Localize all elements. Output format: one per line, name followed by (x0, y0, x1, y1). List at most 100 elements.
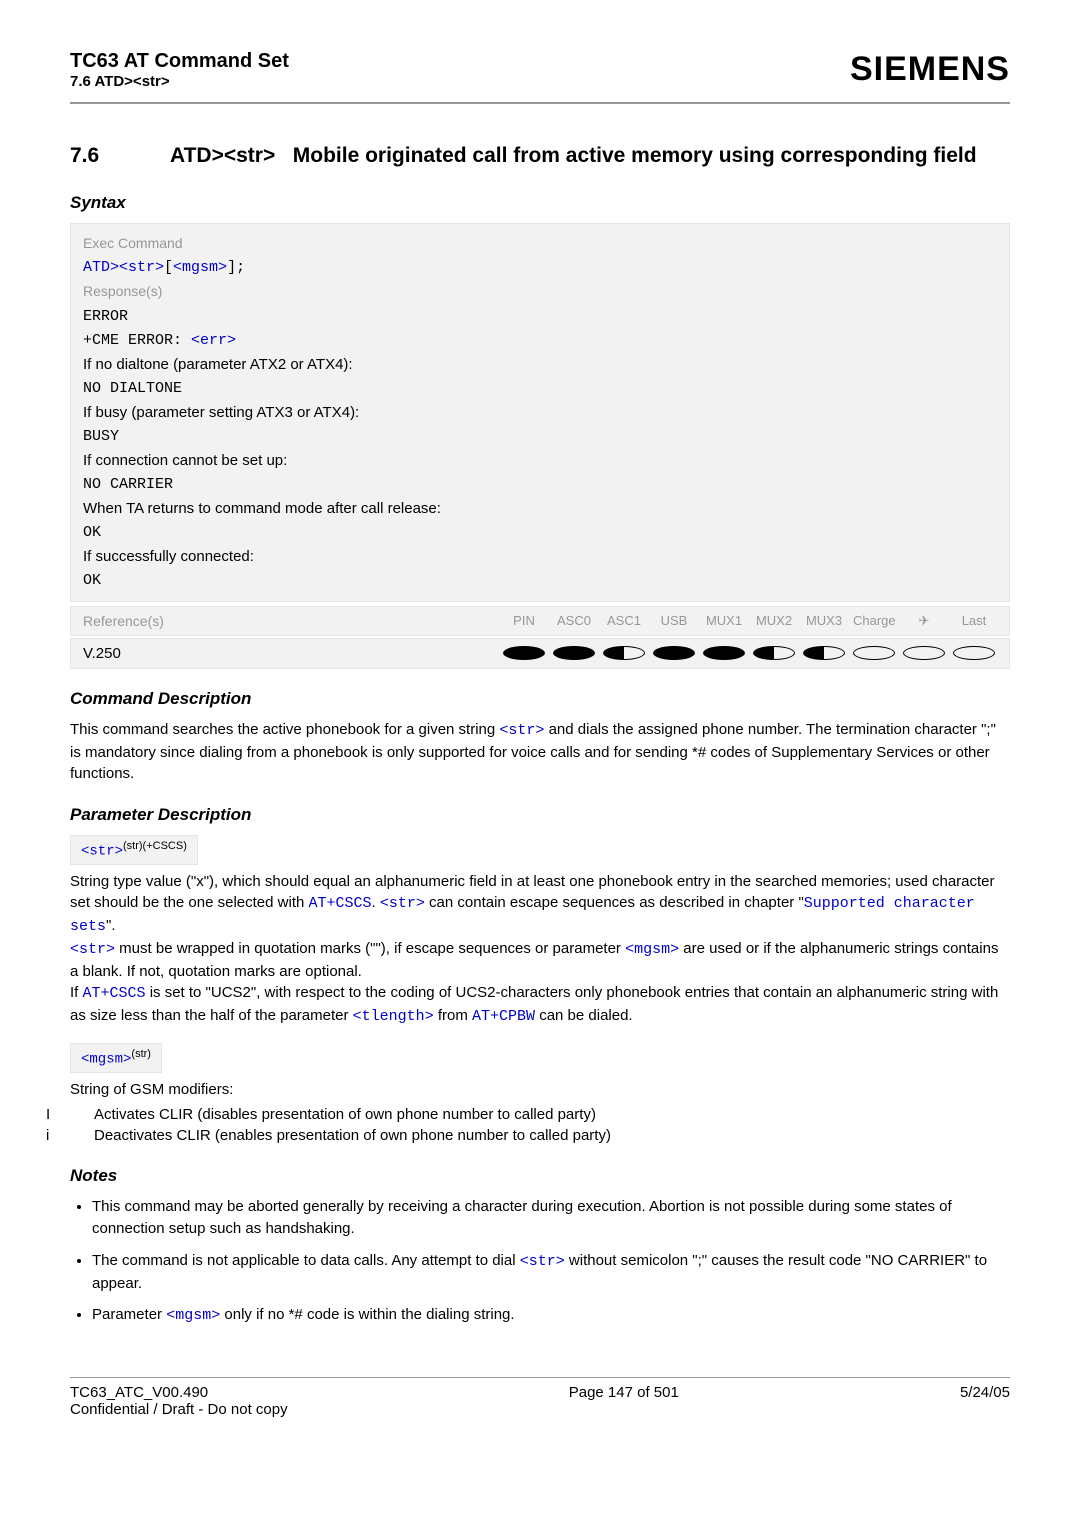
col-mux3: MUX3 (803, 613, 845, 628)
notes-list: This command may be aborted generally by… (70, 1196, 1010, 1327)
p1-t1b: . (372, 894, 380, 911)
resp-nodialtone: NO DIALTONE (83, 377, 997, 401)
resp-cme: +CME ERROR: <err> (83, 329, 997, 353)
col-asc0: ASC0 (553, 613, 595, 628)
dot-mux3 (803, 646, 845, 660)
mgsm-link-2[interactable]: <mgsm> (625, 941, 679, 958)
note-2: The command is not applicable to data ca… (92, 1250, 1010, 1295)
param-str-sup: (str)(+CSCS) (123, 840, 187, 852)
dot-airplane (903, 646, 945, 660)
resp-line7: If connection cannot be set up: (83, 449, 997, 473)
section-number: 7.6 (70, 144, 170, 168)
p1-t1c: can contain escape sequences as describe… (425, 894, 804, 911)
dot-last (953, 646, 995, 660)
atcscs-link-2[interactable]: AT+CSCS (83, 985, 146, 1002)
resp-err-link[interactable]: <err> (191, 332, 236, 349)
dot-asc1 (603, 646, 645, 660)
dot-asc0 (553, 646, 595, 660)
dot-pin (503, 646, 545, 660)
atcscs-link[interactable]: AT+CSCS (309, 895, 372, 912)
col-usb: USB (653, 613, 695, 628)
p1-t3e: from (434, 1007, 472, 1024)
param-str-box: <str>(str)(+CSCS) (70, 835, 198, 865)
note3c: only if no *# code is within the dialing… (220, 1306, 514, 1323)
dot-mux2 (753, 646, 795, 660)
footer-docid: TC63_ATC_V00.490 (70, 1384, 288, 1401)
section-heading: 7.6 ATD><str> Mobile originated call fro… (70, 144, 1010, 168)
section-title-cmd: ATD><str> (170, 144, 275, 167)
modifier-I: IActivates CLIR (disables presentation o… (70, 1104, 1010, 1125)
exec-command-line: ATD><str>[<mgsm>]; (83, 256, 997, 280)
resp-ok2: OK (83, 569, 997, 593)
cmddesc-t1: This command searches the active phonebo… (70, 721, 499, 738)
dot-usb (653, 646, 695, 660)
col-last: Last (953, 613, 995, 628)
reference-columns: PIN ASC0 ASC1 USB MUX1 MUX2 MUX3 Charge … (503, 613, 995, 629)
note-3: Parameter <mgsm> only if no *# code is w… (92, 1304, 1010, 1327)
section-title-rest: Mobile originated call from active memor… (293, 144, 977, 167)
resp-line5: If busy (parameter setting ATX3 or ATX4)… (83, 401, 997, 425)
resp-ok1: OK (83, 521, 997, 545)
p1-t2b: must be wrapped in quotation marks (""),… (115, 940, 625, 957)
page-footer: TC63_ATC_V00.490 Confidential / Draft - … (70, 1377, 1010, 1418)
reference-label: Reference(s) (83, 613, 503, 629)
cmddesc-heading: Command Description (70, 689, 1010, 709)
note3-mgsm-link[interactable]: <mgsm> (166, 1307, 220, 1324)
note2-str-link[interactable]: <str> (520, 1253, 565, 1270)
section-title: ATD><str> Mobile originated call from ac… (170, 144, 1010, 168)
col-mux1: MUX1 (703, 613, 745, 628)
resp-line11: If successfully connected: (83, 545, 997, 569)
page-header: TC63 AT Command Set 7.6 ATD><str> SIEMEN… (70, 50, 1010, 104)
col-pin: PIN (503, 613, 545, 628)
doc-title: TC63 AT Command Set (70, 50, 289, 73)
modifier-i: iDeactivates CLIR (enables presentation … (70, 1125, 1010, 1146)
param-str[interactable]: <str> (119, 259, 164, 276)
param-mgsm-name[interactable]: <mgsm> (81, 1052, 131, 1068)
footer-date: 5/24/05 (960, 1384, 1010, 1418)
response-body: ERROR +CME ERROR: <err> If no dialtone (… (83, 305, 997, 593)
modifier-list: IActivates CLIR (disables presentation o… (70, 1104, 1010, 1146)
resp-line9: When TA returns to command mode after ca… (83, 497, 997, 521)
resp-busy: BUSY (83, 425, 997, 449)
cmddesc-str-link[interactable]: <str> (499, 722, 544, 739)
str-link-3[interactable]: <str> (70, 941, 115, 958)
cmd-atd: ATD> (83, 259, 119, 276)
exec-command-block: Exec Command ATD><str>[<mgsm>]; Response… (70, 223, 1010, 602)
note2a: The command is not applicable to data ca… (92, 1252, 520, 1269)
p1-t3g: can be dialed. (535, 1007, 633, 1024)
tlength-link[interactable]: <tlength> (353, 1008, 434, 1025)
resp-error: ERROR (83, 305, 997, 329)
bracket-close: ]; (227, 259, 245, 276)
note-1: This command may be aborted generally by… (92, 1196, 1010, 1240)
footer-left: TC63_ATC_V00.490 Confidential / Draft - … (70, 1384, 288, 1418)
header-left: TC63 AT Command Set 7.6 ATD><str> (70, 50, 289, 90)
param-mgsm[interactable]: <mgsm> (173, 259, 227, 276)
note3a: Parameter (92, 1306, 166, 1323)
resp-line3: If no dialtone (parameter ATX2 or ATX4): (83, 353, 997, 377)
col-airplane-icon: ✈ (903, 613, 945, 629)
mod-i-text: Deactivates CLIR (enables presentation o… (94, 1127, 611, 1144)
exec-command-label: Exec Command (83, 232, 997, 254)
reference-value-row: V.250 (70, 638, 1010, 669)
dot-mux1 (703, 646, 745, 660)
cmddesc-body: This command searches the active phonebo… (70, 719, 1010, 785)
col-asc1: ASC1 (603, 613, 645, 628)
footer-page: Page 147 of 501 (569, 1384, 679, 1418)
syntax-heading: Syntax (70, 193, 1010, 213)
mod-I-prefix: I (70, 1104, 94, 1125)
doc-sub: 7.6 ATD><str> (70, 73, 289, 90)
support-dots (503, 646, 995, 660)
atcpbw-link[interactable]: AT+CPBW (472, 1008, 535, 1025)
param-mgsm-box: <mgsm>(str) (70, 1043, 162, 1073)
str-link-2[interactable]: <str> (380, 895, 425, 912)
param-str-name[interactable]: <str> (81, 844, 123, 860)
reference-header-row: Reference(s) PIN ASC0 ASC1 USB MUX1 MUX2… (70, 606, 1010, 636)
mod-i-prefix: i (70, 1125, 94, 1146)
param-str-desc: String type value ("x"), which should eq… (70, 871, 1010, 1028)
col-mux2: MUX2 (753, 613, 795, 628)
resp-nocarrier: NO CARRIER (83, 473, 997, 497)
param-mgsm-desc: String of GSM modifiers: (70, 1079, 1010, 1101)
notes-heading: Notes (70, 1166, 1010, 1186)
response-label: Response(s) (83, 280, 997, 302)
reference-value: V.250 (83, 645, 503, 662)
